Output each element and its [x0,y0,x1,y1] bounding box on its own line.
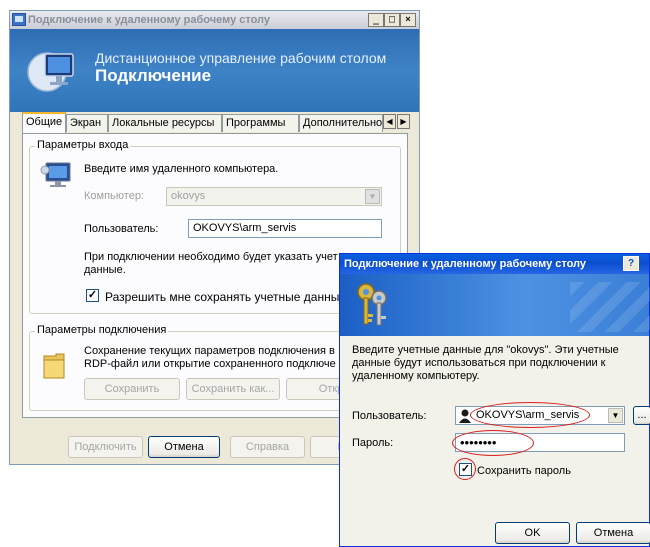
credentials-note-line1: При подключении необходимо будет указать… [84,251,338,263]
user-input-value: OKOVYS\arm_servis [193,222,297,234]
tab-scroll-left-button[interactable]: ◀ [383,114,396,129]
close-button[interactable]: × [400,13,416,27]
banner-decoration [570,282,650,332]
allow-save-label: Разрешить мне сохранять учетные данные [105,290,347,304]
help-button[interactable]: Справка [230,436,305,458]
dialog-cancel-button[interactable]: Отмена [576,522,650,544]
folder-icon [43,353,65,379]
cred-user-label: Пользователь: [352,410,427,422]
tab-local-resources[interactable]: Локальные ресурсы [108,114,222,132]
connect-button[interactable]: Подключить [68,436,143,458]
dialog-help-button[interactable]: ? [623,256,639,271]
credentials-body: Введите учетные данные для "okovys". Эти… [340,336,650,546]
credentials-note-line2: данные. [84,264,126,276]
maximize-button[interactable]: □ [384,13,400,27]
connection-desc-line2: RDP-файл или открытие сохраненного подкл… [84,358,336,370]
tab-programs[interactable]: Программы [222,114,299,132]
tab-display[interactable]: Экран [66,114,108,132]
banner-subtitle: Дистанционное управление рабочим столом [95,50,387,66]
user-input[interactable]: OKOVYS\arm_servis [188,219,382,238]
login-group-legend: Параметры входа [35,139,131,151]
remember-password-label: Сохранить пароль [477,465,571,477]
allow-save-checkbox[interactable]: ✓ [86,289,99,302]
credentials-title: Подключение к удаленному рабочему столу [344,258,587,270]
checkbox-annotation-ellipse [454,458,476,480]
credentials-message: Введите учетные данные для "okovys". Эти… [352,344,619,382]
save-button[interactable]: Сохранить [84,378,180,400]
credentials-dialog: Подключение к удаленному рабочему столу … [339,253,650,547]
computer-icon [40,162,71,187]
rdp-app-icon [12,13,26,26]
password-label: Пароль: [352,437,394,449]
connection-desc-line1: Сохранение текущих параметров подключени… [84,345,335,357]
tab-strip: Общие Экран Локальные ресурсы Программы … [22,112,412,133]
user-label: Пользователь: [84,223,159,235]
computer-value: okovys [171,190,206,202]
cancel-button[interactable]: Отмена [148,436,220,458]
main-titlebar[interactable]: Подключение к удаленному рабочему столу … [10,11,419,29]
save-as-button[interactable]: Сохранить как... [186,378,280,400]
user-annotation-ellipse [470,402,590,428]
browse-users-button[interactable]: ... [633,406,650,425]
remote-desktop-icon [27,52,74,92]
chevron-down-icon: ▼ [365,189,380,204]
tab-general[interactable]: Общие [22,112,66,133]
main-banner: Дистанционное управление рабочим столом … [10,29,419,112]
tab-advanced[interactable]: Дополнительно [299,114,383,132]
tab-scroll-right-button[interactable]: ▶ [397,114,410,129]
minimize-button[interactable]: _ [368,13,384,27]
main-window-title: Подключение к удаленному рабочему столу [28,14,271,26]
credentials-titlebar[interactable]: Подключение к удаленному рабочему столу … [340,254,649,274]
ok-button[interactable]: OK [495,522,570,544]
connection-group-legend: Параметры подключения [35,324,169,336]
password-annotation-ellipse [452,430,534,456]
credentials-banner [340,274,650,336]
computer-combobox: okovys ▼ [166,187,382,206]
chevron-down-icon[interactable]: ▼ [608,408,623,423]
computer-label: Компьютер: [84,190,144,202]
keys-icon [357,283,387,326]
window-controls: _ □ × [368,13,416,27]
computer-prompt: Введите имя удаленного компьютера. [84,163,279,175]
banner-title: Подключение [95,66,212,85]
